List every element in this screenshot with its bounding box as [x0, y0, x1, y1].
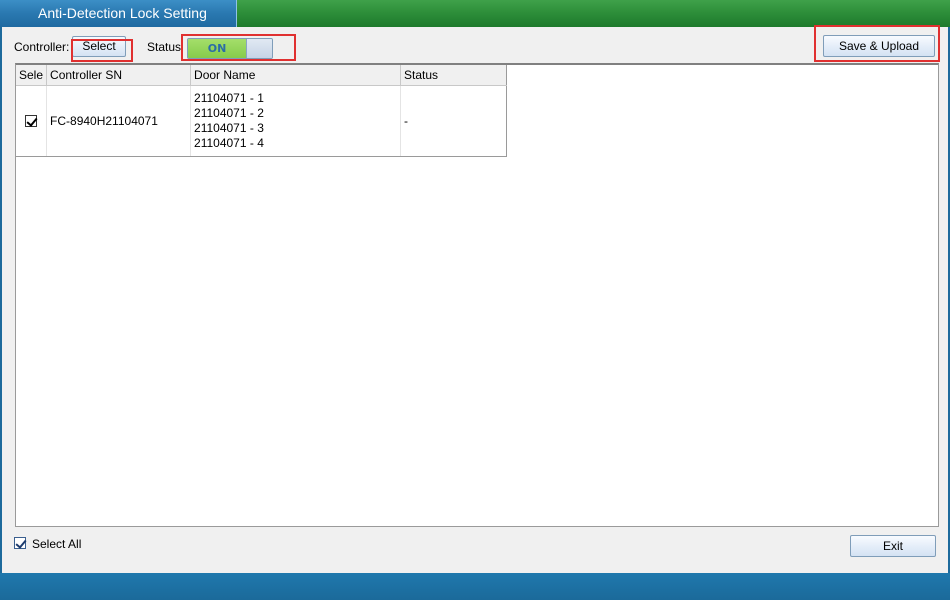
- status-label: Status: [147, 40, 182, 54]
- door-name-item: 21104071 - 2: [194, 105, 264, 120]
- row-select-checkbox[interactable]: [25, 115, 38, 128]
- window-header: Anti-Detection Lock Setting: [0, 0, 950, 27]
- column-header-door-name[interactable]: Door Name: [190, 65, 402, 86]
- status-toggle[interactable]: ON: [187, 38, 273, 59]
- door-name-item: 21104071 - 3: [194, 120, 264, 135]
- window-title-tab: Anti-Detection Lock Setting: [0, 0, 237, 27]
- main-panel: Controller: Select Status ON Save & Uplo…: [2, 25, 948, 573]
- window-footer: [0, 573, 950, 600]
- controller-grid: Sele Controller SN Door Name Status FC-8…: [15, 63, 939, 527]
- exit-button[interactable]: Exit: [850, 535, 936, 557]
- door-name-cell: 21104071 - 1 21104071 - 2 21104071 - 3 2…: [190, 85, 402, 157]
- controller-table: Sele Controller SN Door Name Status FC-8…: [16, 65, 508, 157]
- status-toggle-knob[interactable]: [246, 39, 272, 58]
- status-toggle-on-label: ON: [188, 39, 246, 58]
- save-upload-button[interactable]: Save & Upload: [823, 35, 935, 57]
- select-controller-button[interactable]: Select: [72, 36, 126, 57]
- column-header-status[interactable]: Status: [400, 65, 508, 86]
- controller-sn-cell: FC-8940H21104071: [46, 85, 192, 157]
- controller-label: Controller:: [14, 40, 70, 54]
- column-header-controller-sn[interactable]: Controller SN: [46, 65, 192, 86]
- select-all-label[interactable]: Select All: [32, 537, 81, 551]
- door-name-item: 21104071 - 1: [194, 90, 264, 105]
- table-row[interactable]: FC-8940H21104071 21104071 - 1 21104071 -…: [16, 85, 508, 157]
- door-name-item: 21104071 - 4: [194, 135, 264, 150]
- row-select-cell[interactable]: [16, 85, 48, 157]
- window-title: Anti-Detection Lock Setting: [38, 5, 207, 21]
- status-cell: -: [400, 85, 508, 157]
- select-all-checkbox[interactable]: [14, 537, 26, 549]
- column-header-select[interactable]: Sele: [16, 65, 48, 86]
- table-header-row: Sele Controller SN Door Name Status: [16, 65, 508, 86]
